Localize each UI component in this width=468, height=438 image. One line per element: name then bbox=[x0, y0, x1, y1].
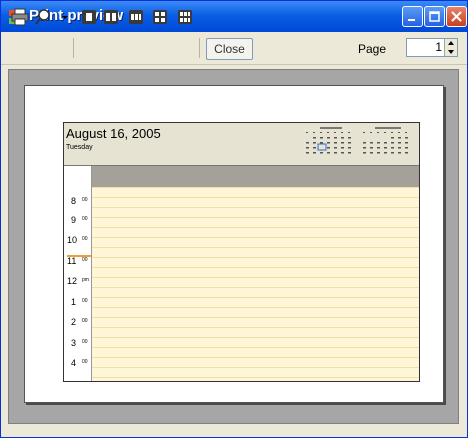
slot-divider bbox=[92, 317, 419, 318]
time-label: 4 bbox=[71, 358, 77, 368]
spin-up-icon[interactable] bbox=[445, 39, 457, 47]
time-column: 8 00 9 00 10 00 11 00 12 pm 1 00 2 00 3 … bbox=[64, 166, 92, 381]
spin-down-icon[interactable] bbox=[445, 48, 457, 56]
preview-area[interactable]: August 16, 2005 Tuesday 8 00 9 00 10 00 … bbox=[8, 69, 459, 424]
slot-divider bbox=[92, 237, 419, 238]
time-minutes: 00 bbox=[82, 339, 88, 345]
title-bar[interactable]: Print preview bbox=[1, 1, 467, 32]
slot-divider bbox=[92, 347, 419, 348]
close-window-button[interactable] bbox=[446, 6, 467, 27]
time-label: 12 bbox=[67, 276, 78, 286]
page-spinner[interactable] bbox=[444, 39, 457, 56]
slot-divider bbox=[92, 377, 419, 378]
maximize-button[interactable] bbox=[424, 6, 445, 27]
time-minutes: 00 bbox=[82, 318, 88, 324]
slot-divider bbox=[92, 357, 419, 358]
page-label: Page bbox=[358, 42, 387, 56]
time-label: 8 bbox=[71, 196, 77, 206]
time-label: 3 bbox=[71, 338, 77, 348]
time-label: 11 bbox=[67, 256, 77, 266]
print-preview-window: Print preview Close Page 1 August 16, 20… bbox=[0, 0, 468, 438]
three-page-icon[interactable] bbox=[128, 8, 144, 26]
slot-divider bbox=[92, 187, 419, 188]
slot-divider bbox=[92, 337, 419, 338]
slot-divider bbox=[92, 287, 419, 288]
mini-calendar-next-month bbox=[363, 127, 408, 154]
day-view-printout: August 16, 2005 Tuesday 8 00 9 00 10 00 … bbox=[63, 122, 420, 382]
printer-icon[interactable] bbox=[10, 8, 30, 26]
appointment-slots bbox=[92, 187, 419, 381]
minimize-button[interactable] bbox=[402, 6, 423, 27]
toolbar-separator bbox=[73, 38, 74, 58]
day-header: August 16, 2005 Tuesday bbox=[64, 123, 419, 166]
slot-divider bbox=[92, 197, 419, 198]
time-minutes: 00 bbox=[82, 197, 88, 203]
time-minutes: 00 bbox=[82, 216, 88, 222]
slot-divider bbox=[92, 257, 419, 258]
slot-divider bbox=[92, 217, 419, 218]
close-icon bbox=[451, 11, 462, 22]
six-page-icon[interactable] bbox=[177, 8, 193, 26]
one-page-icon[interactable] bbox=[81, 8, 97, 26]
slot-divider bbox=[92, 367, 419, 368]
date-heading: August 16, 2005 bbox=[66, 126, 161, 141]
time-label: 2 bbox=[71, 317, 77, 327]
minimize-icon bbox=[408, 19, 415, 21]
time-minutes: pm bbox=[82, 277, 89, 283]
maximize-icon bbox=[429, 11, 440, 22]
page-number-input[interactable]: 1 bbox=[406, 38, 458, 57]
slot-divider bbox=[92, 267, 419, 268]
time-label: 9 bbox=[71, 215, 77, 225]
zoom-icon[interactable] bbox=[34, 8, 52, 26]
current-time-marker bbox=[67, 255, 91, 257]
toolbar-separator bbox=[199, 38, 200, 58]
weekday-label: Tuesday bbox=[66, 144, 93, 151]
slot-divider bbox=[92, 227, 419, 228]
time-minutes: 00 bbox=[82, 359, 88, 365]
time-minutes: 00 bbox=[82, 257, 88, 263]
slot-divider bbox=[92, 277, 419, 278]
time-label: 10 bbox=[67, 235, 78, 245]
time-minutes: 00 bbox=[82, 298, 88, 304]
time-minutes: 00 bbox=[82, 236, 88, 242]
slot-divider bbox=[92, 247, 419, 248]
dropdown-arrow-icon[interactable] bbox=[61, 8, 69, 26]
mini-calendar-current-month bbox=[306, 127, 351, 154]
all-day-event-strip bbox=[92, 166, 419, 187]
slot-divider bbox=[92, 207, 419, 208]
four-page-icon[interactable] bbox=[152, 8, 168, 26]
page-number-value: 1 bbox=[435, 40, 442, 54]
preview-page: August 16, 2005 Tuesday 8 00 9 00 10 00 … bbox=[24, 85, 444, 403]
slot-divider bbox=[92, 297, 419, 298]
time-label: 1 bbox=[71, 297, 77, 307]
slot-divider bbox=[92, 307, 419, 308]
close-button[interactable]: Close bbox=[206, 38, 253, 60]
slot-divider bbox=[92, 327, 419, 328]
two-page-icon[interactable] bbox=[103, 8, 119, 26]
